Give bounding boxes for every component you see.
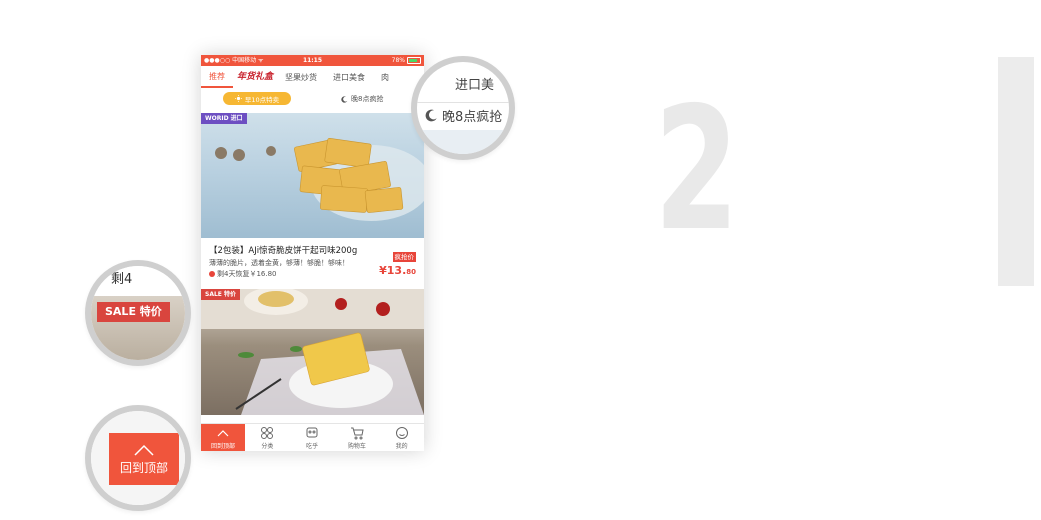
restore-countdown-text: 剩4天恢复￥16.80 xyxy=(217,270,277,278)
zoom-callout-night-sale: 进口美 晚8点疯抢 xyxy=(411,56,515,160)
nav-chihu-label: 吃乎 xyxy=(306,443,319,450)
import-badge: WORID 进口 xyxy=(201,113,247,124)
zoom-sale-label: SALE 特价 xyxy=(97,302,170,322)
tab-imported[interactable]: 进口美食 xyxy=(325,67,373,88)
zoom-upper-text: 剩4 xyxy=(111,272,133,287)
nav-category[interactable]: 分类 xyxy=(245,424,290,451)
phone-screen: ●●●○○ 中国移动 ᯤ 11:15 78% 推荐 年货礼盒 坚果炒货 进口美食… xyxy=(201,55,424,451)
product-description: 薄薄的脆片，透着金黄，够薄！够脆！够味！ xyxy=(209,259,349,267)
nav-chihu[interactable]: 吃乎 xyxy=(290,424,335,451)
night-sale-label: 晚8点疯抢 xyxy=(351,95,384,103)
status-bar: ●●●○○ 中国移动 ᯤ 11:15 78% xyxy=(201,55,424,66)
zoom-photo-strip xyxy=(417,130,509,154)
nav-back-to-top[interactable]: 回到顶部 xyxy=(201,424,245,451)
decorative-bar xyxy=(998,57,1034,286)
step-number: 2 xyxy=(654,71,739,269)
zoom-back-to-top-button: 回到顶部 xyxy=(109,433,179,485)
zoom-night-sale: 晚8点疯抢 xyxy=(425,106,502,125)
cart-icon xyxy=(350,427,364,440)
nav-cart[interactable]: 购物车 xyxy=(335,424,380,451)
clock: 11:15 xyxy=(302,57,323,64)
tab-nuts[interactable]: 坚果炒货 xyxy=(277,67,325,88)
zoom-night-sale-label: 晚8点疯抢 xyxy=(442,110,503,125)
tab-new-year-gift[interactable]: 年货礼盒 xyxy=(233,67,277,88)
nav-cart-label: 购物车 xyxy=(347,443,366,450)
nav-category-label: 分类 xyxy=(261,443,274,450)
grid-icon xyxy=(261,427,274,439)
sale-time-bar: 早10点特卖 晚8点疯抢 xyxy=(201,88,424,111)
tab-recommend[interactable]: 推荐 xyxy=(201,67,233,88)
product-image-crackers[interactable]: WORID 进口 xyxy=(201,113,424,238)
sun-icon xyxy=(234,95,242,102)
sale-badge: SALE 特价 xyxy=(201,289,240,300)
category-tabs: 推荐 年货礼盒 坚果炒货 进口美食 肉 xyxy=(201,66,424,89)
zoom-callout-sale-badge: 剩4 SALE 特价 xyxy=(85,260,191,366)
battery-percent: 78% xyxy=(391,57,405,64)
product-title: 【2包装】AJi惊奇脆皮饼干起司味200g xyxy=(209,246,358,256)
pastry-illustration xyxy=(201,289,424,415)
chat-icon xyxy=(306,427,318,438)
chevron-up-icon xyxy=(134,444,154,456)
zoom-back-to-top-label: 回到顶部 xyxy=(119,460,168,475)
night-sale-button[interactable]: 晚8点疯抢 xyxy=(341,94,383,104)
zoom-callout-back-to-top: 回到顶部 xyxy=(85,405,191,511)
zoom-tab-text: 进口美 xyxy=(455,78,495,93)
chevron-up-icon xyxy=(217,430,229,437)
tab-meat[interactable]: 肉 xyxy=(373,67,397,88)
price-main: ¥13. xyxy=(379,264,407,277)
restore-countdown: 剩4天恢复￥16.80 xyxy=(209,269,277,279)
bottom-navigation: 回到顶部 分类 吃乎 购物车 我的 xyxy=(201,423,424,451)
product-info-crackers[interactable]: 【2包装】AJi惊奇脆皮饼干起司味200g 薄薄的脆片，透着金黄，够薄！够脆！够… xyxy=(201,238,424,289)
rush-price-tag: 疯抢价 xyxy=(392,252,416,262)
morning-sale-button[interactable]: 早10点特卖 xyxy=(223,92,291,105)
product-price: ¥13.80 xyxy=(379,264,416,277)
timer-icon xyxy=(209,271,215,277)
product-image-pastry[interactable]: SALE 特价 xyxy=(201,289,424,415)
zoom-upper-area: 剩4 xyxy=(91,266,185,296)
moon-icon xyxy=(425,109,437,122)
profile-icon xyxy=(395,427,408,439)
nav-profile-label: 我的 xyxy=(395,443,408,450)
morning-sale-label: 早10点特卖 xyxy=(244,95,280,104)
nav-profile[interactable]: 我的 xyxy=(379,424,424,451)
price-cents: 80 xyxy=(406,268,416,276)
crackers-illustration xyxy=(215,138,424,221)
moon-icon xyxy=(341,95,348,103)
nav-back-to-top-label: 回到顶部 xyxy=(210,443,235,450)
